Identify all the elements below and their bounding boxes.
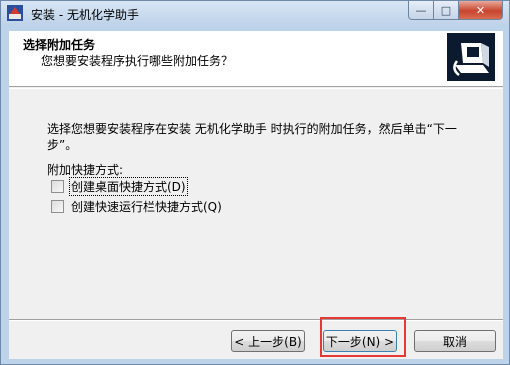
maximize-button[interactable]: □ xyxy=(434,1,459,20)
title-bar[interactable]: 安装 - 无机化学助手 — □ ✕ xyxy=(1,1,509,25)
desktop-shortcut-option[interactable]: 创建桌面快捷方式(D) xyxy=(51,177,188,196)
quicklaunch-shortcut-label[interactable]: 创建快速运行栏快捷方式(Q) xyxy=(70,198,223,215)
instruction-text: 选择您想要安装程序在安装 无机化学助手 时执行的附加任务，然后单击“下一步”。 xyxy=(47,122,457,152)
close-icon: ✕ xyxy=(475,3,486,17)
setup-computer-icon xyxy=(447,33,495,81)
desktop-shortcut-label[interactable]: 创建桌面快捷方式(D) xyxy=(69,177,188,196)
maximize-icon: □ xyxy=(440,3,452,17)
cancel-button[interactable]: 取消 xyxy=(414,330,496,352)
desktop-shortcut-checkbox[interactable] xyxy=(51,180,64,193)
installer-window: 安装 - 无机化学助手 — □ ✕ 选择附加任务 您想要安装程序执行哪些附加任务… xyxy=(0,0,510,365)
window-title: 安装 - 无机化学助手 xyxy=(31,8,139,22)
wizard-client-area: 选择附加任务 您想要安装程序执行哪些附加任务？ 选择您想要安装程序在安装 无机化… xyxy=(9,31,503,359)
shortcut-group-label: 附加快捷方式: xyxy=(47,163,124,177)
app-icon xyxy=(7,5,23,21)
wizard-header: 选择附加任务 您想要安装程序执行哪些附加任务？ xyxy=(9,31,503,87)
page-title: 选择附加任务 xyxy=(23,38,96,52)
minimize-button[interactable]: — xyxy=(408,1,434,20)
quicklaunch-shortcut-checkbox[interactable] xyxy=(51,200,64,213)
quicklaunch-shortcut-option[interactable]: 创建快速运行栏快捷方式(Q) xyxy=(51,198,223,215)
footer-divider xyxy=(9,319,503,321)
page-subtitle: 您想要安装程序执行哪些附加任务？ xyxy=(41,54,234,68)
next-button-highlight xyxy=(320,317,406,357)
minimize-icon: — xyxy=(415,3,427,17)
header-divider xyxy=(9,88,503,89)
back-button[interactable]: < 上一步(B) xyxy=(231,330,305,352)
caption-buttons: — □ ✕ xyxy=(408,1,503,20)
close-button[interactable]: ✕ xyxy=(459,1,503,20)
